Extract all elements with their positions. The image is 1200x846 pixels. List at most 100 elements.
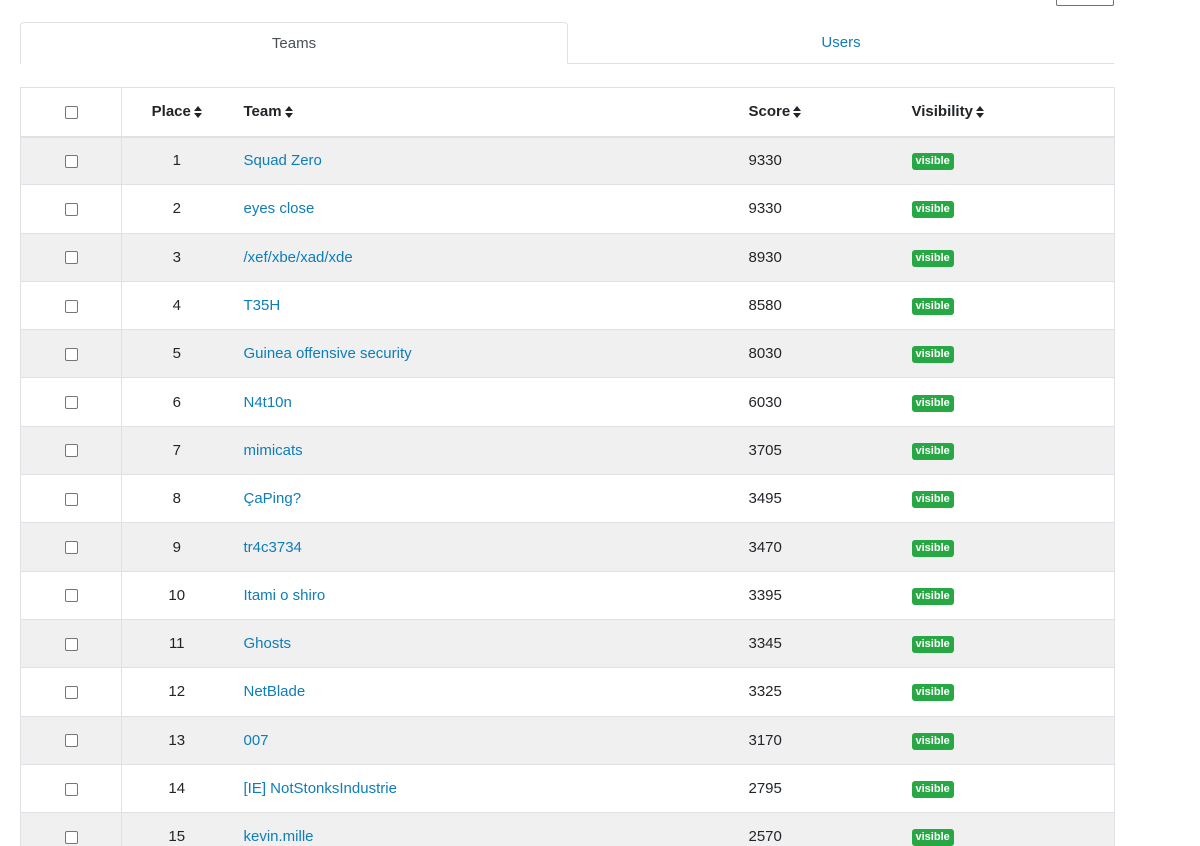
row-checkbox[interactable] — [64, 589, 78, 603]
header-score-label: Score — [748, 103, 791, 121]
place-cell: 13 — [121, 716, 232, 765]
row-checkbox[interactable] — [64, 492, 78, 506]
table-header-row: Place Team Score Visibility — [20, 87, 1115, 138]
team-link[interactable]: /xef/xbe/xad/xde — [244, 249, 353, 266]
row-select-cell — [20, 377, 122, 427]
sort-icon[interactable] — [793, 106, 802, 119]
row-checkbox[interactable] — [64, 202, 78, 216]
header-team-label: Team — [243, 103, 282, 121]
sort-icon[interactable] — [284, 106, 293, 119]
row-checkbox[interactable] — [64, 541, 78, 555]
team-cell: eyes close — [231, 184, 738, 234]
score-cell: 8930 — [737, 233, 901, 282]
row-checkbox[interactable] — [64, 444, 78, 458]
visibility-badge: visible — [911, 201, 954, 219]
visibility-cell: visible — [900, 812, 1115, 846]
team-cell: Guinea offensive security — [231, 329, 738, 379]
tab-users[interactable]: Users — [568, 22, 1114, 63]
team-link[interactable]: NetBlade — [244, 683, 306, 700]
team-cell: /xef/xbe/xad/xde — [231, 233, 738, 282]
visibility-badge: visible — [911, 636, 954, 654]
visibility-badge: visible — [911, 442, 954, 460]
table-row: 6 N4t10n 6030 visible — [20, 377, 1115, 427]
visibility-cell: visible — [900, 377, 1115, 427]
team-link[interactable]: eyes close — [244, 200, 315, 217]
score-cell: 3705 — [737, 426, 901, 476]
place-cell: 12 — [121, 667, 232, 717]
team-link[interactable]: 007 — [244, 732, 269, 749]
visibility-cell: visible — [900, 426, 1115, 476]
place-cell: 6 — [121, 377, 232, 427]
row-select-cell — [20, 764, 122, 814]
header-select-all-cell — [20, 87, 122, 138]
team-cell: N4t10n — [231, 377, 738, 427]
table-row: 5 Guinea offensive security 8030 visible — [20, 329, 1115, 379]
row-checkbox[interactable] — [64, 251, 78, 265]
place-cell: 2 — [121, 184, 232, 234]
header-visibility[interactable]: Visibility — [900, 87, 1115, 138]
row-checkbox[interactable] — [64, 299, 78, 313]
place-cell: 1 — [121, 136, 232, 186]
team-link[interactable]: kevin.mille — [244, 828, 314, 845]
header-place-label: Place — [151, 103, 191, 121]
sort-icon[interactable] — [975, 106, 984, 119]
table-row: 13 007 3170 visible — [20, 716, 1115, 765]
place-cell: 10 — [121, 571, 232, 620]
table-row: 11 Ghosts 3345 visible — [20, 619, 1115, 669]
row-checkbox[interactable] — [64, 637, 78, 651]
visibility-badge: visible — [911, 684, 954, 702]
visibility-cell: visible — [900, 184, 1115, 234]
team-link[interactable]: ÇaPing? — [244, 490, 302, 507]
visibility-badge: visible — [911, 346, 954, 364]
team-link[interactable]: Itami o shiro — [244, 587, 326, 604]
row-checkbox[interactable] — [64, 396, 78, 410]
team-link[interactable]: N4t10n — [244, 394, 292, 411]
row-checkbox[interactable] — [64, 347, 78, 361]
row-checkbox[interactable] — [64, 154, 78, 168]
score-cell: 2570 — [737, 812, 901, 846]
header-team[interactable]: Team — [231, 87, 738, 138]
visibility-badge: visible — [911, 829, 954, 846]
row-checkbox[interactable] — [64, 782, 78, 796]
visibility-badge: visible — [911, 732, 954, 750]
team-link[interactable]: Squad Zero — [244, 152, 322, 169]
team-link[interactable]: tr4c3734 — [244, 539, 302, 556]
place-cell: 3 — [121, 233, 232, 282]
team-link[interactable]: Ghosts — [244, 635, 292, 652]
top-button[interactable] — [1056, 0, 1114, 6]
row-checkbox[interactable] — [64, 685, 78, 699]
row-select-cell — [20, 716, 122, 765]
team-cell: NetBlade — [231, 667, 738, 717]
visibility-cell: visible — [900, 619, 1115, 669]
team-link[interactable]: T35H — [244, 297, 281, 314]
team-link[interactable]: [IE] NotStonksIndustrie — [244, 780, 397, 797]
team-cell: [IE] NotStonksIndustrie — [231, 764, 738, 814]
sort-icon[interactable] — [193, 106, 202, 119]
header-place[interactable]: Place — [121, 87, 232, 138]
score-cell: 9330 — [737, 136, 901, 186]
row-checkbox[interactable] — [64, 734, 78, 748]
visibility-badge: visible — [911, 539, 954, 557]
scoreboard-tabs: Teams Users — [20, 22, 1114, 64]
visibility-badge: visible — [911, 587, 954, 605]
team-link[interactable]: Guinea offensive security — [244, 345, 412, 362]
row-select-cell — [20, 329, 122, 379]
header-score[interactable]: Score — [737, 87, 901, 138]
score-cell: 3495 — [737, 474, 901, 524]
team-cell: ÇaPing? — [231, 474, 738, 524]
row-select-cell — [20, 281, 122, 331]
visibility-cell: visible — [900, 716, 1115, 765]
place-cell: 15 — [121, 812, 232, 846]
scoreboard-table: Place Team Score Visibility 1 Squad Zero 9… — [20, 87, 1115, 846]
score-cell: 8580 — [737, 281, 901, 331]
row-checkbox[interactable] — [64, 830, 78, 844]
visibility-badge: visible — [911, 781, 954, 798]
tab-teams[interactable]: Teams — [20, 22, 568, 64]
table-row: 7 mimicats 3705 visible — [20, 426, 1115, 476]
place-cell: 14 — [121, 764, 232, 814]
table-row: 15 kevin.mille 2570 visible — [20, 812, 1115, 846]
table-row: 9 tr4c3734 3470 visible — [20, 522, 1115, 572]
visibility-badge: visible — [911, 153, 954, 171]
team-link[interactable]: mimicats — [244, 442, 303, 459]
select-all-checkbox[interactable] — [64, 105, 78, 119]
